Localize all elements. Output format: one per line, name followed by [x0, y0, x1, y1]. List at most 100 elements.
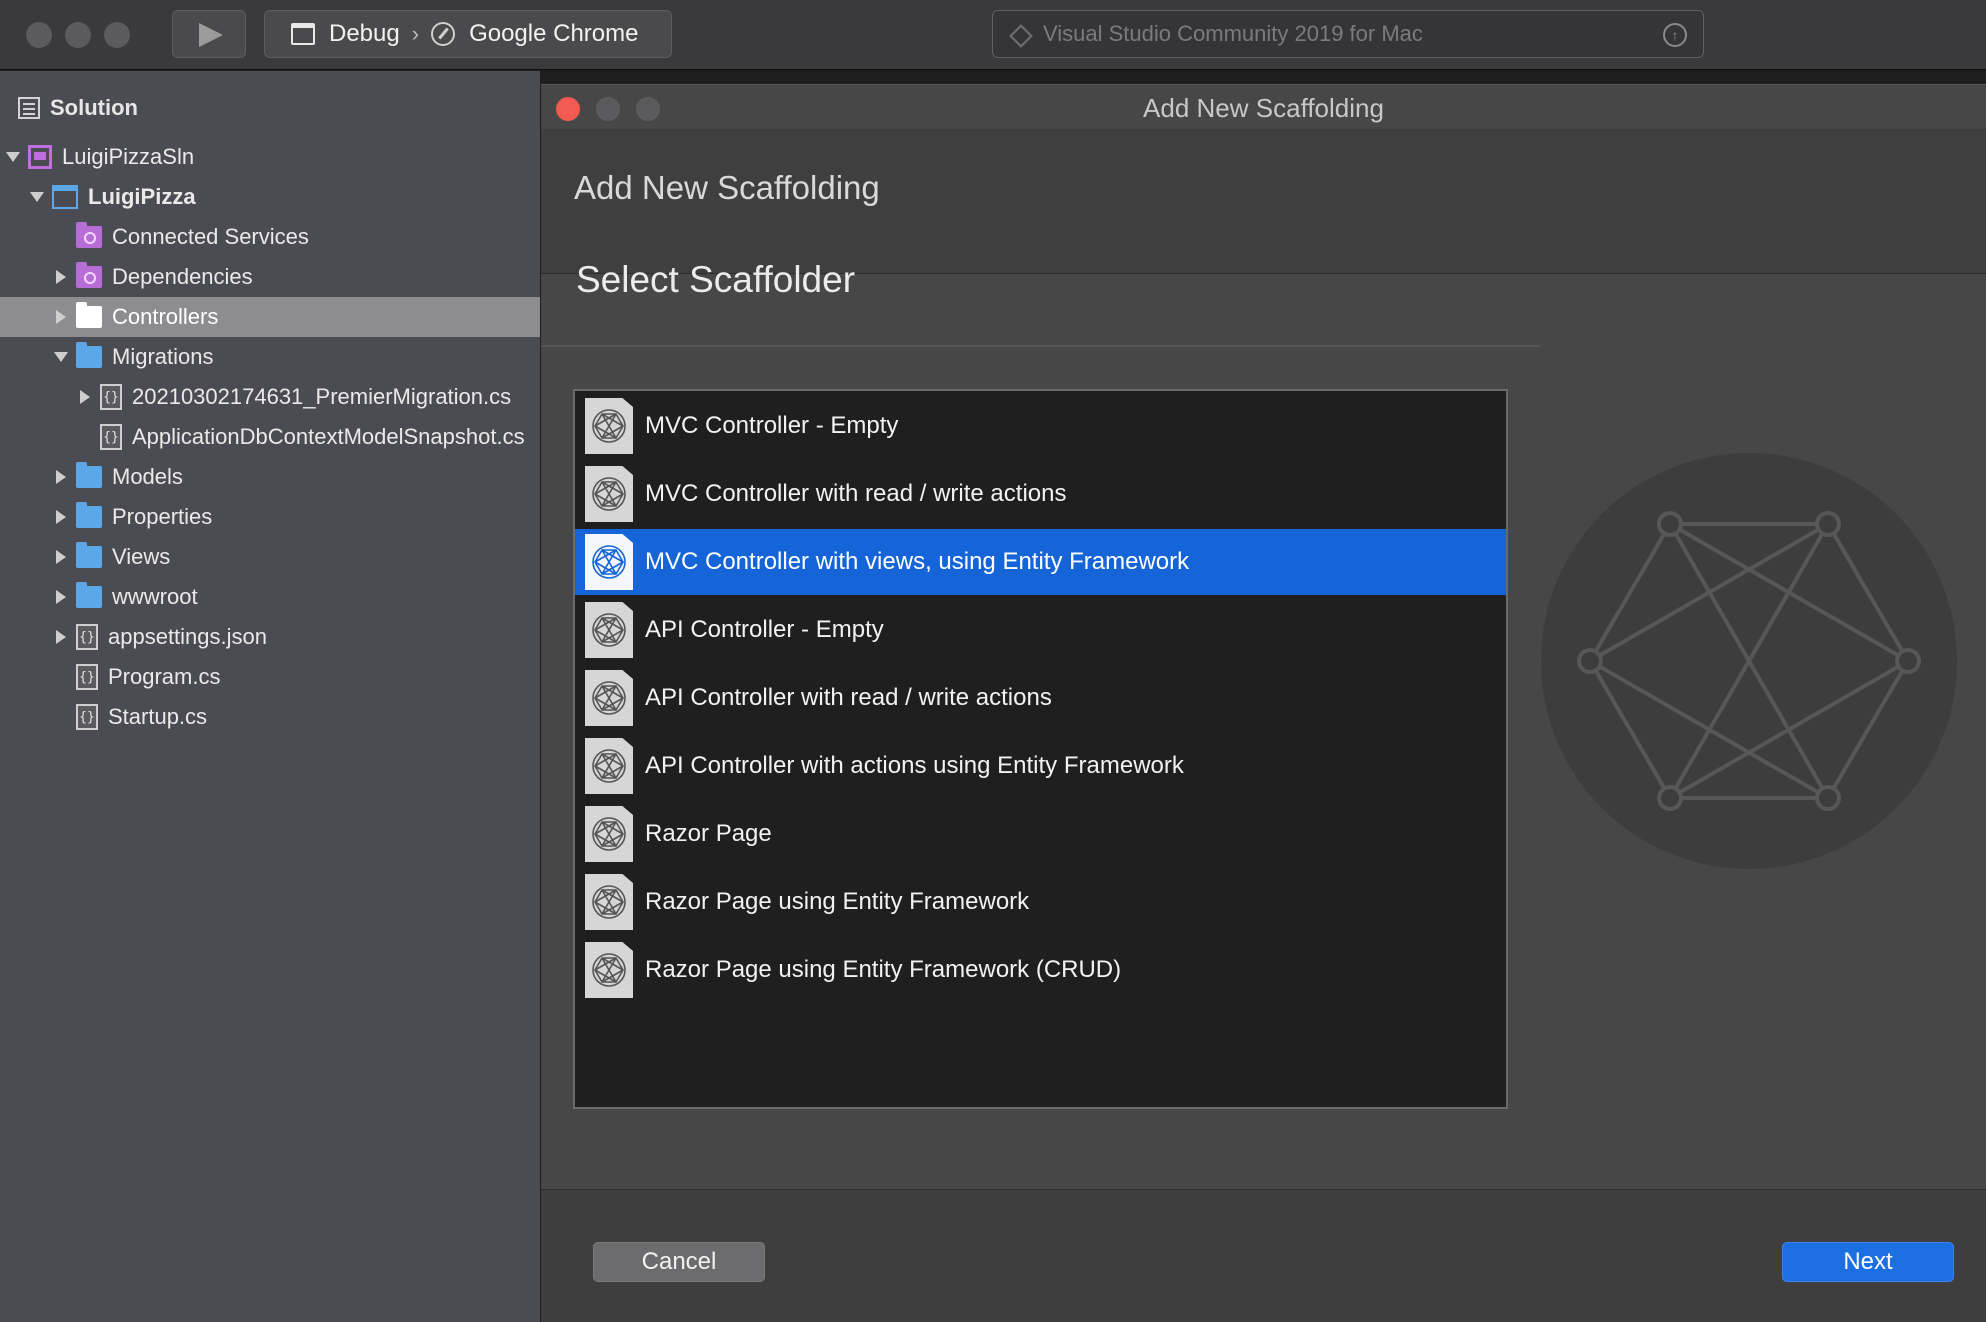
dialog-footer: Cancel Next [541, 1189, 1986, 1322]
window-minimize-button[interactable] [65, 22, 91, 48]
tree-item-startup[interactable]: {} Startup.cs [0, 697, 540, 737]
tree-item-label: wwwroot [112, 584, 198, 609]
scaffolder-list-item[interactable]: MVC Controller with read / write actions [575, 461, 1506, 527]
scaffolder-icon [585, 806, 633, 862]
scaffolder-icon [585, 602, 633, 658]
section-divider [541, 345, 1540, 347]
tree-item-label: Program.cs [108, 664, 221, 689]
project-icon [52, 185, 78, 209]
scaffolder-list-item[interactable]: API Controller with actions using Entity… [575, 733, 1506, 799]
tree-item-label: Properties [112, 504, 213, 529]
scaffolder-list-item[interactable]: API Controller with read / write actions [575, 665, 1506, 731]
main-toolbar: Debug › Google Chrome Visual Studio Comm… [0, 0, 1986, 70]
folder-icon [76, 342, 102, 368]
run-configuration-selector[interactable]: Debug › Google Chrome [264, 10, 672, 58]
code-file-icon: {} [76, 664, 98, 690]
tree-item-model-snapshot[interactable]: {} ApplicationDbContextModelSnapshot.cs [0, 417, 540, 457]
tree-item-label: appsettings.json [108, 624, 267, 649]
scaffolder-list-item[interactable]: MVC Controller with views, using Entity … [575, 529, 1506, 595]
tree-item-dependencies[interactable]: Dependencies [0, 257, 540, 297]
disclosure-triangle-icon[interactable] [26, 186, 48, 208]
tree-item-label: Dependencies [112, 264, 253, 289]
tree-item-properties[interactable]: Properties [0, 497, 540, 537]
tree-item-program[interactable]: {} Program.cs [0, 657, 540, 697]
tree-item-label: LuigiPizzaSln [62, 144, 195, 169]
scaffolder-list-item[interactable]: Razor Page using Entity Framework (CRUD) [575, 937, 1506, 1003]
status-bar: Visual Studio Community 2019 for Mac ↑ [992, 10, 1704, 58]
browser-compass-icon [431, 22, 456, 46]
tree-item-label: Controllers [112, 304, 219, 329]
scaffolder-icon [585, 738, 633, 794]
disclosure-triangle-icon[interactable] [50, 346, 72, 368]
scaffolder-label: MVC Controller - Empty [645, 412, 899, 439]
code-file-icon: {} [76, 704, 98, 730]
dialog-header: Add New Scaffolding [541, 129, 1986, 274]
dialog-window-title: Add New Scaffolding [1143, 93, 1384, 123]
tree-item-views[interactable]: Views [0, 537, 540, 577]
tree-item-label: ApplicationDbContextModelSnapshot.cs [132, 424, 525, 449]
scaffolder-icon [585, 466, 633, 522]
tree-item-controllers[interactable]: Controllers [0, 297, 540, 337]
tree-item-wwwroot[interactable]: wwwroot [0, 577, 540, 617]
cancel-button[interactable]: Cancel [593, 1242, 765, 1282]
tree-item-label: Connected Services [112, 224, 309, 249]
status-text: Visual Studio Community 2019 for Mac [1043, 21, 1423, 46]
window-zoom-button[interactable] [104, 22, 130, 48]
scaffolder-label: MVC Controller with views, using Entity … [645, 548, 1190, 575]
folder-icon [76, 462, 102, 488]
tree-item-project[interactable]: LuigiPizza [0, 177, 540, 217]
json-file-icon: {} [76, 624, 98, 650]
scaffolder-icon [585, 398, 633, 454]
network-graph-icon [1577, 511, 1921, 811]
tree-item-label: LuigiPizza [88, 184, 196, 209]
next-button[interactable]: Next [1782, 1242, 1954, 1282]
tree-item-connected-services[interactable]: Connected Services [0, 217, 540, 257]
tree-item-models[interactable]: Models [0, 457, 540, 497]
scaffolder-label: API Controller - Empty [645, 616, 884, 643]
scaffolder-icon [585, 534, 633, 590]
window-close-button[interactable] [26, 22, 52, 48]
upload-arrow-icon[interactable]: ↑ [1663, 23, 1687, 47]
scaffolder-list-item[interactable]: API Controller - Empty [575, 597, 1506, 663]
code-file-icon: {} [100, 424, 122, 450]
disclosure-triangle-icon[interactable] [50, 506, 72, 528]
disclosure-triangle-icon[interactable] [50, 546, 72, 568]
scaffolder-list[interactable]: MVC Controller - Empty MVC Controller wit… [573, 389, 1508, 1109]
scaffolder-label: Razor Page using Entity Framework [645, 888, 1030, 915]
disclosure-triangle-icon[interactable] [2, 146, 24, 168]
scaffolder-preview-image [1541, 453, 1957, 869]
tree-item-premier-migration[interactable]: {} 20210302174631_PremierMigration.cs [0, 377, 540, 417]
window-icon [291, 23, 315, 45]
dialog-header-title: Add New Scaffolding [574, 169, 880, 206]
scaffolder-label: Razor Page [645, 820, 772, 847]
tree-item-label: Views [112, 544, 171, 569]
disclosure-triangle-icon[interactable] [50, 306, 72, 328]
disclosure-triangle-icon[interactable] [74, 386, 96, 408]
folder-icon [76, 502, 102, 528]
tree-item-migrations[interactable]: Migrations [0, 337, 540, 377]
solution-pad-title: Solution [50, 95, 138, 120]
tree-item-appsettings[interactable]: {} appsettings.json [0, 617, 540, 657]
disclosure-triangle-icon[interactable] [50, 466, 72, 488]
tree-item-label: Migrations [112, 344, 214, 369]
scaffolder-label: API Controller with actions using Entity… [645, 752, 1184, 779]
chevron-right-icon: › [411, 21, 420, 46]
scaffolder-list-item[interactable]: Razor Page using Entity Framework [575, 869, 1506, 935]
scaffolder-list-item[interactable]: MVC Controller - Empty [575, 393, 1506, 459]
scaffolder-list-item[interactable]: Razor Page [575, 801, 1506, 867]
dialog-titlebar: Add New Scaffolding [541, 85, 1986, 129]
tree-item-label: 20210302174631_PremierMigration.cs [132, 384, 512, 409]
scaffolder-label: API Controller with read / write actions [645, 684, 1052, 711]
disclosure-triangle-icon[interactable] [50, 586, 72, 608]
disclosure-triangle-icon[interactable] [50, 266, 72, 288]
scaffolder-icon [585, 942, 633, 998]
solution-icon [28, 145, 52, 169]
scaffolder-label: MVC Controller with read / write actions [645, 480, 1067, 507]
scaffolder-label: Razor Page using Entity Framework (CRUD) [645, 956, 1122, 983]
disclosure-triangle-icon[interactable] [50, 626, 72, 648]
tree-item-label: Models [112, 464, 183, 489]
run-button[interactable] [172, 10, 246, 58]
solution-pad-header: Solution [18, 95, 138, 121]
tree-item-solution[interactable]: LuigiPizzaSln [0, 137, 540, 177]
code-file-icon: {} [100, 384, 122, 410]
